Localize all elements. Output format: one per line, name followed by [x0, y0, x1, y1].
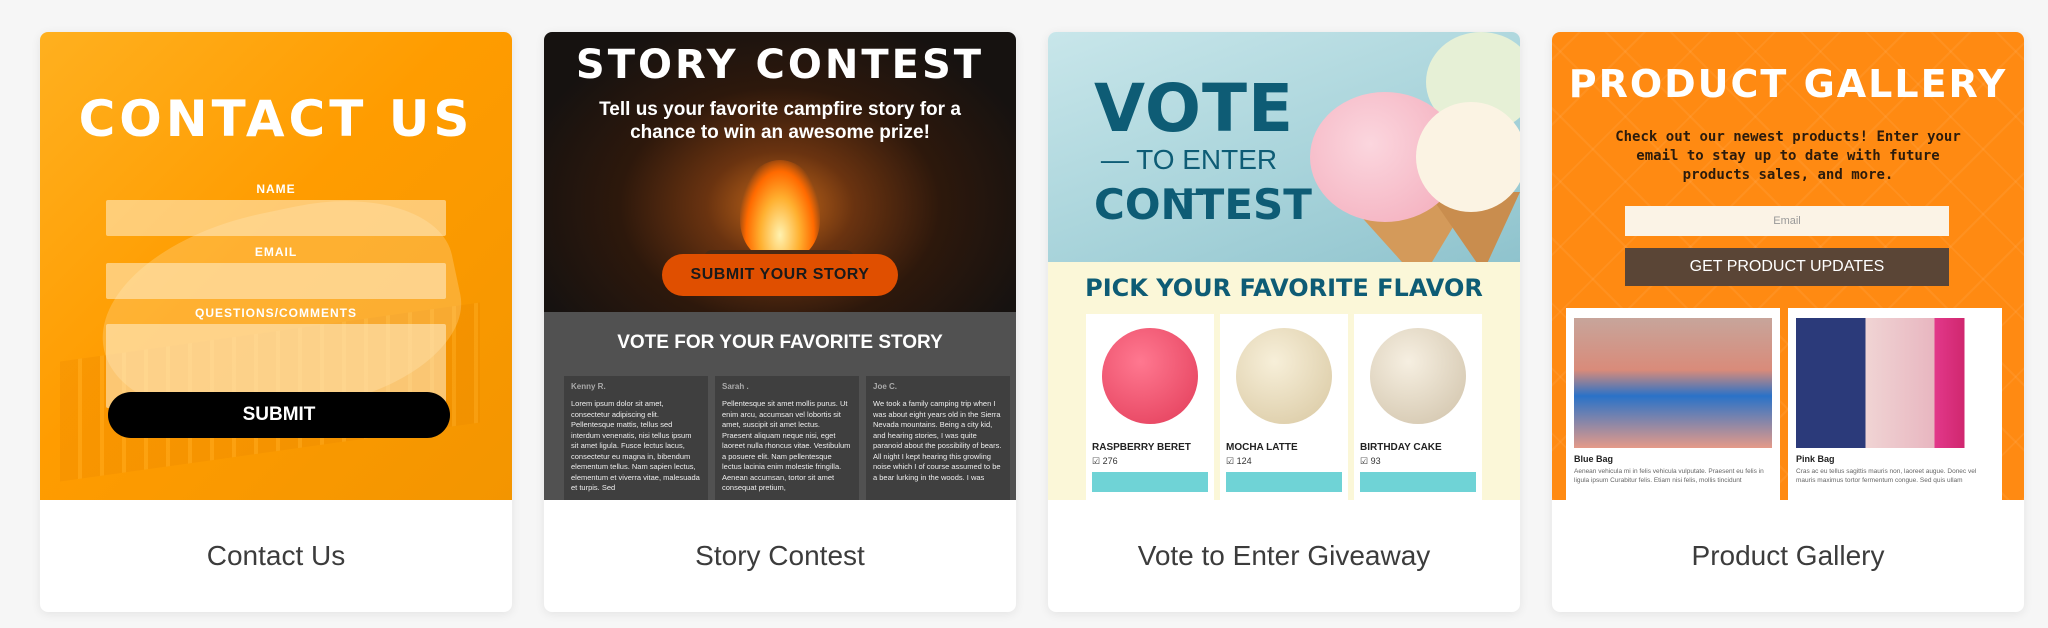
template-card-story-contest[interactable]: STORY CONTEST Tell us your favorite camp…	[544, 32, 1016, 612]
name-label: NAME	[256, 182, 296, 196]
story-contest-thumbnail: STORY CONTEST Tell us your favorite camp…	[544, 32, 1016, 500]
story-text: Pellentesque sit amet mollis purus. Ut e…	[722, 399, 851, 492]
product-gallery-thumbnail: PRODUCT GALLERY Check out our newest pro…	[1552, 32, 2024, 500]
pick-heading: PICK YOUR FAVORITE FLAVOR	[1085, 274, 1483, 302]
flavor-name: BIRTHDAY CAKE	[1360, 442, 1442, 453]
submit-button: SUBMIT	[108, 392, 450, 438]
card-caption: Product Gallery	[1691, 540, 1885, 571]
vote-heading: VOTE FOR YOUR FAVORITE STORY	[617, 332, 943, 353]
name-field	[106, 200, 446, 236]
card-caption: Vote to Enter Giveaway	[1137, 540, 1431, 571]
story-title: STORY CONTEST	[575, 42, 985, 88]
scoop-image	[1370, 328, 1466, 424]
contact-title: CONTACT US	[78, 90, 474, 148]
story-author: Sarah .	[722, 382, 749, 391]
comments-label: QUESTIONS/COMMENTS	[194, 306, 357, 320]
gallery-subtitle: Check out our newest products! Enter you…	[1615, 129, 1961, 183]
scoop-image	[1236, 328, 1332, 424]
flavor-item: RASPBERRY BERET ☑ 276	[1086, 314, 1214, 500]
story-author: Kenny R.	[571, 382, 606, 391]
template-card-vote-to-enter[interactable]: VOTE — TO ENTER — CONTEST PICK YOUR FAVO…	[1048, 32, 1520, 612]
template-card-product-gallery[interactable]: PRODUCT GALLERY Check out our newest pro…	[1552, 32, 2024, 612]
template-card-contact-us[interactable]: CONTACT US NAME EMAIL QUESTIONS/COMMENTS…	[40, 32, 512, 612]
card-caption: Story Contest	[695, 540, 865, 571]
pink-bag-image	[1796, 318, 1994, 448]
story-entry: Sarah . Pellentesque sit amet mollis pur…	[715, 376, 859, 500]
product-item: Pink Bag Cras ac eu tellus sagittis maur…	[1788, 308, 2002, 500]
flavor-item: MOCHA LATTE ☑ 124	[1220, 314, 1348, 500]
ice-cream-scoop-image	[1416, 102, 1520, 212]
vote-to-enter-thumbnail: VOTE — TO ENTER — CONTEST PICK YOUR FAVO…	[1048, 32, 1520, 500]
email-label: EMAIL	[254, 245, 298, 259]
flavor-name: RASPBERRY BERET	[1092, 442, 1191, 453]
scoop-image	[1102, 328, 1198, 424]
story-text: Lorem ipsum dolor sit amet, consectetur …	[571, 399, 700, 492]
flavor-section: PICK YOUR FAVORITE FLAVOR RASPBERRY BERE…	[1048, 262, 1520, 500]
flavor-name: MOCHA LATTE	[1226, 442, 1298, 453]
vote-count: ☑ 93	[1360, 456, 1381, 466]
vote-title: VOTE	[1094, 70, 1295, 147]
product-name: Pink Bag	[1796, 454, 1835, 464]
vote-button	[1226, 472, 1342, 492]
get-updates-button: GET PRODUCT UPDATES	[1625, 248, 1949, 286]
story-subtitle: Tell us your favorite campfire story for…	[599, 99, 961, 143]
vote-button	[1092, 472, 1208, 492]
story-entry: Joe C. We took a family camping trip whe…	[866, 376, 1010, 500]
product-description: Cras ac eu tellus sagittis mauris non, l…	[1796, 468, 1977, 484]
contact-us-thumbnail: CONTACT US NAME EMAIL QUESTIONS/COMMENTS…	[40, 32, 512, 500]
product-item: Blue Bag Aenean vehicula mi in felis veh…	[1566, 308, 1780, 500]
story-text: We took a family camping trip when I was…	[873, 399, 1002, 482]
product-name: Blue Bag	[1574, 454, 1614, 464]
story-entry: Kenny R. Lorem ipsum dolor sit amet, con…	[564, 376, 708, 500]
vote-button	[1360, 472, 1476, 492]
vote-count: ☑ 124	[1226, 456, 1252, 466]
product-description: Aenean vehicula mi in felis vehicula vul…	[1574, 468, 1764, 484]
gallery-title: PRODUCT GALLERY	[1568, 62, 2008, 106]
flame-image	[740, 160, 820, 260]
email-field	[106, 263, 446, 299]
flavor-item: BIRTHDAY CAKE ☑ 93	[1354, 314, 1482, 500]
card-caption: Contact Us	[206, 540, 346, 571]
vote-section: VOTE FOR YOUR FAVORITE STORY Kenny R. Lo…	[544, 312, 1016, 500]
story-author: Joe C.	[873, 382, 898, 391]
ice-cream-banner: VOTE — TO ENTER — CONTEST	[1048, 32, 1520, 282]
submit-story-button: SUBMIT YOUR STORY	[662, 254, 898, 296]
contest-title: CONTEST	[1094, 180, 1312, 229]
vote-count: ☑ 276	[1092, 456, 1118, 466]
email-field: Email	[1625, 206, 1949, 236]
blue-bag-image	[1574, 318, 1772, 448]
